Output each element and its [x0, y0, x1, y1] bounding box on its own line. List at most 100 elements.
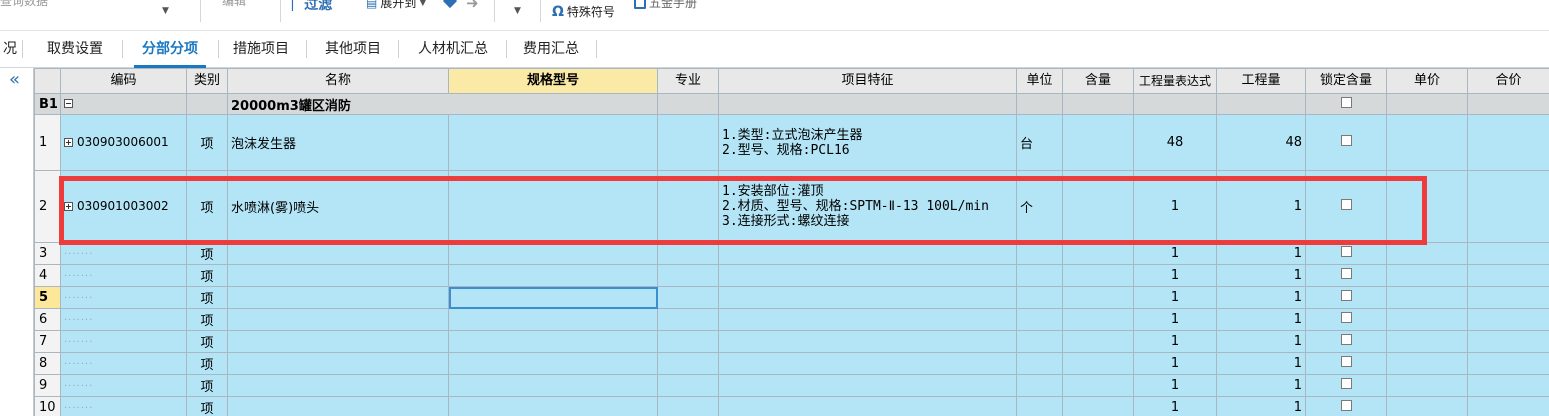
cell-qty-expr[interactable]: 1 [1133, 264, 1217, 287]
cell-total[interactable] [1467, 286, 1549, 309]
table-row[interactable]: 1 030903006001 项 泡沫发生器 1.类型:立式泡沫产生器 2.型号… [34, 114, 1549, 171]
cell-spec[interactable] [448, 114, 658, 171]
cell-code[interactable]: 030901003002 [60, 170, 187, 243]
cell-features[interactable] [718, 352, 1017, 375]
cell-features[interactable]: 1.安装部位:灌顶 2.材质、型号、规格:SPTM-Ⅱ-13 100L/min … [718, 170, 1017, 243]
cell-type[interactable]: 项 [186, 114, 228, 171]
cell-qty[interactable] [1216, 93, 1306, 115]
expand-icon[interactable] [64, 202, 73, 211]
cell-unit-price[interactable] [1386, 170, 1468, 243]
cell-total[interactable] [1467, 374, 1549, 397]
cell-total[interactable] [1467, 264, 1549, 287]
cell-qty[interactable]: 1 [1216, 396, 1306, 416]
table-row[interactable]: 4 ······· 项 1 1 [34, 264, 1549, 287]
cell-unit[interactable] [1016, 396, 1063, 416]
cell-unit-price[interactable] [1386, 264, 1468, 287]
cell-lock[interactable] [1305, 170, 1387, 243]
table-row[interactable]: 5 ······· 项 1 1 [34, 286, 1549, 309]
cell-features[interactable] [718, 286, 1017, 309]
cell-content[interactable] [1062, 114, 1134, 171]
cell-spec[interactable] [448, 352, 658, 375]
header-qty-expression[interactable]: 工程量表达式 [1133, 68, 1217, 94]
cell-qty-expr[interactable]: 1 [1133, 396, 1217, 416]
cell-unit[interactable] [1016, 264, 1063, 287]
cell-qty[interactable]: 1 [1216, 308, 1306, 331]
expand-to-button[interactable]: ▤ 展开到 ▼ [366, 0, 426, 11]
cell-features[interactable] [718, 264, 1017, 287]
cell-specialty[interactable] [657, 93, 719, 115]
cell-lock[interactable] [1305, 396, 1387, 416]
cell-unit[interactable] [1016, 93, 1063, 115]
cell-features[interactable] [718, 330, 1017, 353]
cell-name[interactable] [227, 264, 449, 287]
cell-content[interactable] [1062, 264, 1134, 287]
tab-measures[interactable]: 措施项目 [222, 31, 300, 67]
cell-lock[interactable] [1305, 308, 1387, 331]
cell-qty-expr[interactable]: 48 [1133, 114, 1217, 171]
cell-specialty[interactable] [657, 396, 719, 416]
cell-type[interactable]: 项 [186, 374, 228, 397]
cell-unit-price[interactable] [1386, 114, 1468, 171]
cell-code[interactable]: ······· [60, 374, 187, 397]
table-row[interactable]: 3 ······· 项 1 1 [34, 242, 1549, 265]
cell-unit[interactable] [1016, 242, 1063, 265]
cell-lock[interactable] [1305, 242, 1387, 265]
cell-specialty[interactable] [657, 286, 719, 309]
lock-checkbox[interactable] [1340, 356, 1352, 367]
manual-button[interactable]: 五金手册 [634, 0, 697, 11]
cell-type[interactable]: 项 [186, 352, 228, 375]
table-row[interactable]: 6 ······· 项 1 1 [34, 308, 1549, 331]
cell-specialty[interactable] [657, 308, 719, 331]
cell-code[interactable]: ······· [60, 396, 187, 416]
table-row[interactable]: 9 ······· 项 1 1 [34, 374, 1549, 397]
cell-qty-expr[interactable]: 1 [1133, 330, 1217, 353]
section-row[interactable]: B1 20000m3罐区消防 [34, 93, 1549, 115]
filter-button[interactable]: ▏ 过滤 [292, 0, 332, 14]
cell-unit-price[interactable] [1386, 352, 1468, 375]
cell-unit-price[interactable] [1386, 286, 1468, 309]
cell-qty-expr[interactable]: 1 [1133, 352, 1217, 375]
cell-features[interactable] [718, 93, 1017, 115]
cell-qty[interactable]: 48 [1216, 114, 1306, 171]
cell-qty[interactable]: 1 [1216, 352, 1306, 375]
cell-qty[interactable]: 1 [1216, 242, 1306, 265]
cell-spec[interactable] [448, 396, 658, 416]
header-code[interactable]: 编码 [60, 68, 187, 94]
cell-lock[interactable] [1305, 93, 1387, 115]
header-features[interactable]: 项目特征 [718, 68, 1017, 94]
lock-checkbox[interactable] [1340, 246, 1352, 257]
cell-features[interactable] [718, 396, 1017, 416]
cell-name[interactable] [227, 374, 449, 397]
cell-qty[interactable]: 1 [1216, 170, 1306, 243]
header-name[interactable]: 名称 [227, 68, 449, 94]
cell-features[interactable] [718, 308, 1017, 331]
cell-spec[interactable] [448, 286, 658, 309]
cell-name[interactable] [227, 352, 449, 375]
cell-content[interactable] [1062, 374, 1134, 397]
cell-spec[interactable] [448, 264, 658, 287]
cell-specialty[interactable] [657, 170, 719, 243]
cell-total[interactable] [1467, 114, 1549, 171]
cell-code[interactable]: ······· [60, 330, 187, 353]
cell-specialty[interactable] [657, 352, 719, 375]
toolbar-item-cropped-1[interactable]: 查询数据 [0, 0, 48, 9]
special-symbol-button[interactable]: Ω 特殊符号 [552, 3, 615, 20]
cell-content[interactable] [1062, 170, 1134, 243]
cell-unit-price[interactable] [1386, 330, 1468, 353]
cell-content[interactable] [1062, 308, 1134, 331]
tab-cost-summary[interactable]: 费用汇总 [512, 31, 590, 67]
tab-overview[interactable]: 况 [0, 31, 20, 67]
cell-code[interactable]: 030903006001 [60, 114, 187, 171]
cell-spec[interactable] [448, 374, 658, 397]
cell-qty-expr[interactable] [1133, 93, 1217, 115]
cell-code[interactable]: ······· [60, 242, 187, 265]
cell-name[interactable] [227, 396, 449, 416]
cell-total[interactable] [1467, 396, 1549, 416]
collapse-left-icon[interactable]: « [9, 70, 20, 90]
lock-checkbox[interactable] [1340, 312, 1352, 323]
cell-name[interactable] [227, 308, 449, 331]
cell-name[interactable]: 泡沫发生器 [227, 114, 449, 171]
toolbar-item-cropped-3[interactable]: 编辑 [222, 0, 246, 9]
cell-qty[interactable]: 1 [1216, 286, 1306, 309]
cell-qty[interactable]: 1 [1216, 264, 1306, 287]
